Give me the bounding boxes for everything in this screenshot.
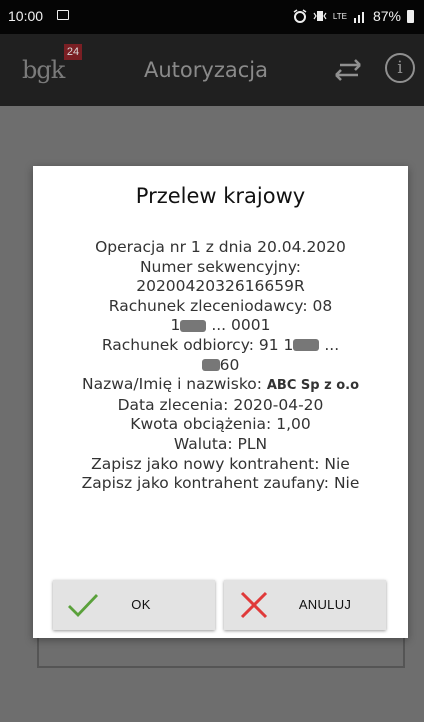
currency: Waluta: PLN [173,434,268,453]
info-icon[interactable]: i [385,53,415,83]
redacted-block [180,319,207,332]
operation-line: Operacja nr 1 z dnia 20.04.2020 [95,238,346,256]
ok-label: OK [131,597,151,612]
vibrate-icon [313,11,327,21]
battery-icon [407,9,414,23]
status-bar: 10:00 LTE 87% [0,0,424,34]
sender-account-value: 1 ... 0001 [170,316,271,335]
image-notification-icon [57,10,69,20]
app-bar: bgk 24 Autoryzacja i [0,34,424,106]
authorization-dialog: Przelew krajowy Operacja nr 1 z dnia 20.… [33,166,408,638]
status-time: 10:00 [8,8,44,24]
order-date: Data zlecenia: 2020-04-20 [117,395,324,414]
receiver-account-line: Rachunek odbiorcy: 91 1 ... [101,335,340,354]
alarm-icon [293,9,307,23]
recipient-name-line: Nazwa/Imię i nazwisko: ABC Sp z o.o [82,375,359,394]
battery-percent: 87% [372,8,401,24]
receiver-account-end: 60 [33,356,408,376]
signal-icon [353,11,364,23]
save-trusted-contractor: Zapisz jako kontrahent zaufany: Nie [81,474,360,493]
sequence-label: Numer sekwencyjny: [139,257,302,276]
swap-icon[interactable] [332,58,364,82]
cancel-button[interactable]: ANULUJ [224,580,386,630]
sequence-number: 2020042032616659R [136,277,305,296]
cancel-label: ANULUJ [298,597,352,612]
sender-account-label: Rachunek zleceniodawcy: 08 [108,296,333,315]
redacted-block [201,359,220,372]
status-icons: LTE 87% [293,8,414,24]
save-new-contractor: Zapisz jako nowy kontrahent: Nie [91,454,350,473]
lte-indicator: LTE [332,11,347,21]
dialog-title: Przelew krajowy [135,184,306,208]
logo-badge: 24 [64,44,82,60]
redacted-block [293,339,320,352]
transfer-details: Operacja nr 1 z dnia 20.04.2020 Numer se… [33,238,408,494]
amount: Kwota obciążenia: 1,00 [130,415,311,434]
ok-button[interactable]: OK [53,580,215,630]
app-logo: bgk [22,56,65,84]
page-title: Autoryzacja [144,58,268,82]
